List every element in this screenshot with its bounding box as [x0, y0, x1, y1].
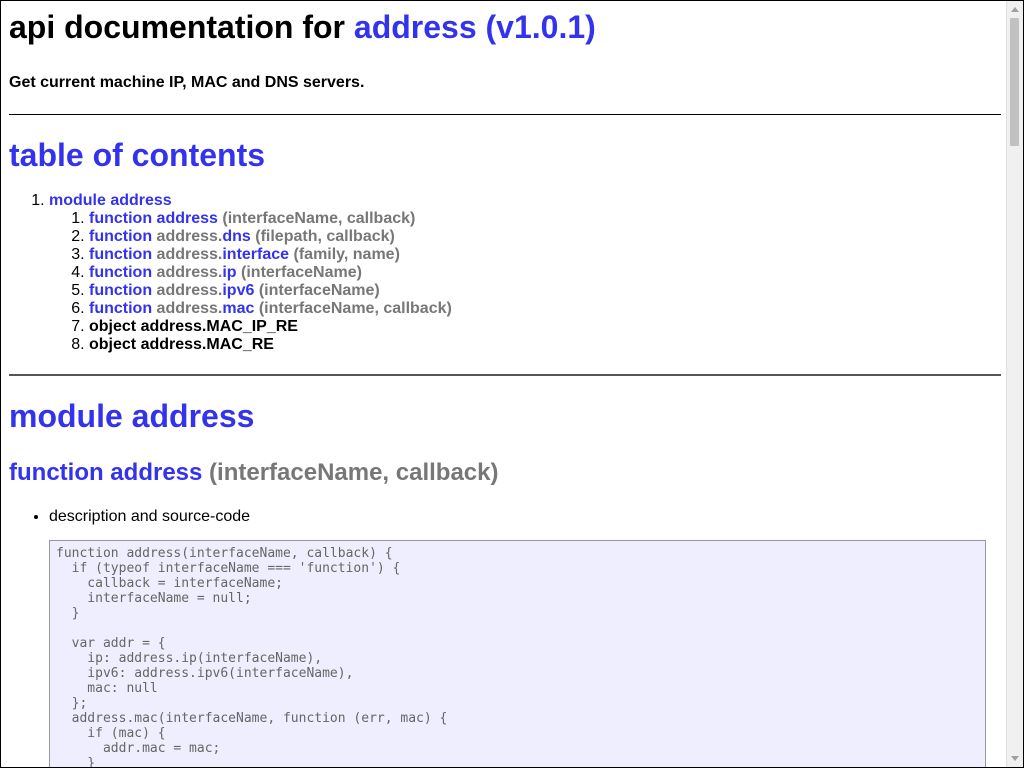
toc-link-mac-kw[interactable]: function: [89, 300, 152, 317]
toc-link-ipv6-kw[interactable]: function: [89, 282, 152, 299]
toc-prefix: address.: [152, 246, 223, 263]
toc-prefix: address.: [152, 264, 223, 281]
toc-args: (interfaceName): [236, 264, 362, 281]
page-title-prefix: api documentation for: [9, 9, 354, 45]
package-description: Get current machine IP, MAC and DNS serv…: [9, 74, 365, 91]
scroll-up-arrow-icon[interactable]: [1011, 7, 1019, 12]
description-item: description and source-code function add…: [49, 508, 1001, 767]
description-list: description and source-code function add…: [9, 508, 1001, 767]
toc-link-ipv6[interactable]: ipv6: [222, 282, 254, 299]
toc-sublist: function address (interfaceName, callbac…: [49, 210, 1001, 354]
toc-args: (filepath, callback): [250, 228, 395, 245]
toc-item-interface: function address.interface (family, name…: [89, 246, 1001, 264]
toc-link-interface[interactable]: interface: [222, 246, 289, 263]
scroll-down-arrow-icon[interactable]: [1011, 756, 1019, 761]
source-code-block: function address(interfaceName, callback…: [49, 540, 986, 767]
toc-item-ipv6: function address.ipv6 (interfaceName): [89, 282, 1001, 300]
toc-link-dns-kw[interactable]: function: [89, 228, 152, 245]
divider: [9, 374, 1001, 376]
toc-args: (family, name): [289, 246, 400, 263]
toc-prefix: address.: [152, 282, 223, 299]
toc-prefix: address.: [152, 228, 223, 245]
toc-args: (interfaceName, callback): [217, 210, 416, 227]
toc-link-dns[interactable]: dns: [222, 228, 250, 245]
toc-args: (interfaceName, callback): [254, 300, 452, 317]
toc-item-mac-ip-re: object address.MAC_IP_RE: [89, 318, 1001, 336]
toc-prefix: address.: [152, 300, 223, 317]
function-args: (interfaceName, callback): [202, 459, 499, 486]
toc-link-address[interactable]: address: [157, 210, 218, 227]
toc-item-mac-re: object address.MAC_RE: [89, 336, 1001, 354]
toc-link-ip-kw[interactable]: function: [89, 264, 152, 281]
module-heading-link[interactable]: module address: [9, 398, 254, 434]
toc-item-mac: function address.mac (interfaceName, cal…: [89, 300, 1001, 318]
toc-list: module address function address (interfa…: [9, 192, 1001, 354]
scroll-thumb[interactable]: [1010, 18, 1019, 146]
doc-content: api documentation for address (v1.0.1) G…: [9, 1, 1001, 767]
description-label: description and source-code: [49, 508, 251, 525]
toc-link-address-kw[interactable]: function: [89, 210, 152, 227]
toc-link-ip[interactable]: ip: [222, 264, 236, 281]
vertical-scrollbar[interactable]: [1006, 1, 1023, 767]
page-title: api documentation for address (v1.0.1): [9, 9, 1001, 46]
function-heading-link[interactable]: function address: [9, 459, 202, 486]
toc-heading: table of contents: [9, 137, 266, 173]
function-heading: function address (interfaceName, callbac…: [9, 459, 1001, 487]
toc-item-address: function address (interfaceName, callbac…: [89, 210, 1001, 228]
package-version-link[interactable]: address (v1.0.1): [354, 9, 596, 45]
toc-item-dns: function address.dns (filepath, callback…: [89, 228, 1001, 246]
toc-item-module: module address function address (interfa…: [49, 192, 1001, 354]
toc-link-interface-kw[interactable]: function: [89, 246, 152, 263]
toc-item-ip: function address.ip (interfaceName): [89, 264, 1001, 282]
module-heading: module address: [9, 398, 1001, 435]
toc-link-mac[interactable]: mac: [222, 300, 254, 317]
toc-module-link[interactable]: module address: [49, 192, 172, 209]
browser-viewport: api documentation for address (v1.0.1) G…: [0, 0, 1024, 768]
toc-args: (interfaceName): [254, 282, 380, 299]
divider: [9, 114, 1001, 115]
